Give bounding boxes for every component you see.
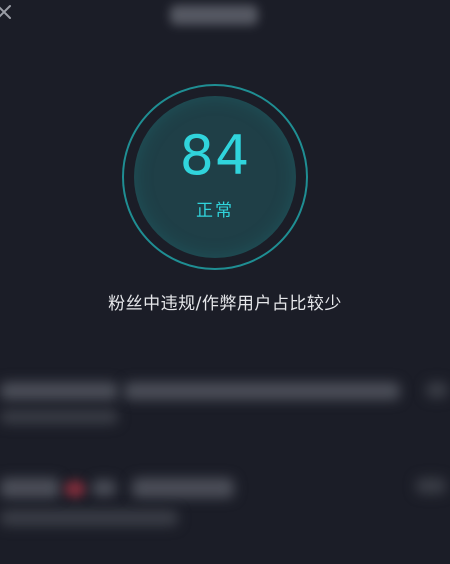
obscured-info-line: [124, 382, 400, 400]
obscured-info-line: [0, 382, 118, 400]
score-value: 84: [179, 124, 251, 187]
obscured-info-line: [426, 382, 448, 398]
obscured-info-line: [92, 480, 116, 496]
obscured-info-line: [416, 478, 446, 494]
score-description: 粉丝中违规/作弊用户占比较少: [108, 294, 342, 314]
obscured-badge: [64, 480, 86, 498]
obscured-info-line: [0, 410, 118, 424]
fan-quality-screen: 84 正常 粉丝中违规/作弊用户占比较少: [0, 0, 450, 564]
score-status: 正常: [196, 201, 234, 221]
close-icon[interactable]: [0, 2, 16, 24]
obscured-info-line: [0, 478, 60, 498]
obscured-info-line: [0, 510, 178, 526]
obscured-info-line: [132, 478, 234, 498]
page-title-obscured: [170, 5, 258, 25]
close-icon-glyph: [0, 5, 11, 19]
